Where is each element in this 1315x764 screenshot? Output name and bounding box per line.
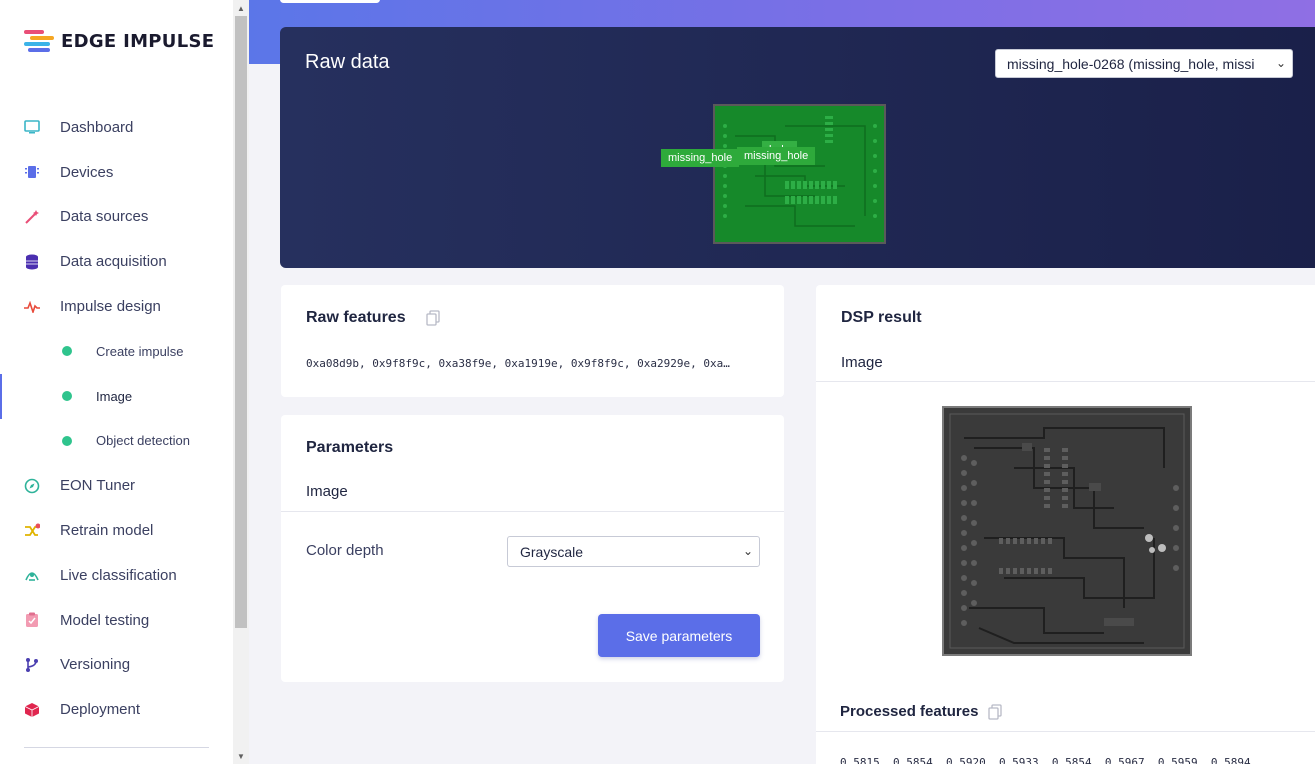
- processed-features-values: 0.5815, 0.5854, 0.5920, 0.5933, 0.5854, …: [840, 756, 1251, 764]
- scroll-up-arrow-icon[interactable]: ▲: [233, 0, 249, 16]
- sidebar-item-dashboard[interactable]: Dashboard: [0, 105, 233, 150]
- box-icon: [24, 702, 40, 718]
- sidebar-item-image[interactable]: Image: [0, 373, 233, 419]
- divider: [816, 381, 1315, 382]
- bounding-box-label: missing_hole: [661, 149, 740, 167]
- sidebar-item-model-testing[interactable]: Model testing: [0, 598, 233, 643]
- sidebar-item-eon-tuner[interactable]: EON Tuner: [0, 463, 233, 508]
- sidebar-divider: [24, 747, 209, 748]
- grayscale-pcb-image-icon: [944, 408, 1190, 654]
- parameters-card: Parameters Image Color depth Grayscale ⌄…: [281, 415, 784, 682]
- sidebar: EDGE IMPULSE Dashboard Devices Data sour…: [0, 0, 233, 764]
- raw-data-title: Raw data: [305, 51, 390, 73]
- sidebar-item-label: Impulse design: [60, 298, 161, 316]
- sidebar-item-create-impulse[interactable]: Create impulse: [0, 329, 233, 374]
- sidebar-item-live-classification[interactable]: Live classification: [0, 553, 233, 598]
- edge-impulse-logo-icon: [24, 30, 54, 52]
- scroll-down-arrow-icon[interactable]: ▼: [233, 748, 249, 764]
- raw-features-card: Raw features 0xa08d9b, 0x9f8f9c, 0xa38f9…: [281, 285, 784, 397]
- dsp-result-title: DSP result: [841, 309, 922, 326]
- processed-image: [942, 406, 1192, 656]
- sidebar-item-label: Model testing: [60, 611, 150, 629]
- sidebar-item-label: Versioning: [60, 656, 131, 674]
- sidebar-item-label: Devices: [60, 163, 114, 181]
- sidebar-item-object-detection[interactable]: Object detection: [0, 419, 233, 464]
- sidebar-item-label: Retrain model: [60, 522, 154, 540]
- clipboard-icon: [24, 612, 40, 628]
- dsp-result-card: DSP result Image Processed features 0.58…: [816, 285, 1315, 764]
- pulse-icon: [24, 299, 40, 315]
- dot-icon: [62, 435, 72, 446]
- color-depth-label: Color depth: [306, 542, 384, 559]
- raw-features-title: Raw features: [306, 309, 406, 326]
- chevron-down-icon: ⌄: [1272, 56, 1286, 70]
- sidebar-item-retrain-model[interactable]: Retrain model: [0, 508, 233, 553]
- branch-icon: [24, 657, 40, 673]
- chevron-down-icon: ⌄: [742, 544, 753, 558]
- parameters-section-label: Image: [306, 483, 348, 500]
- brand-name: EDGE IMPULSE: [61, 30, 215, 52]
- sample-select[interactable]: missing_hole-0268 (missing_hole, missi ⌄: [995, 49, 1293, 78]
- sidebar-item-data-sources[interactable]: Data sources: [0, 195, 233, 240]
- chip-icon: [24, 164, 40, 180]
- sidebar-scrollbar[interactable]: ▲ ▼: [233, 0, 249, 764]
- sidebar-item-label: Data sources: [60, 208, 149, 226]
- sidebar-item-label: Deployment: [60, 701, 141, 719]
- parameters-title: Parameters: [306, 439, 394, 456]
- sidebar-item-devices[interactable]: Devices: [0, 150, 233, 195]
- sidebar-nav: Dashboard Devices Data sources Data acqu…: [0, 105, 233, 732]
- signal-icon: [24, 567, 40, 583]
- sidebar-item-label: Data acquisition: [60, 253, 167, 271]
- active-indicator: [0, 373, 2, 419]
- wand-icon: [24, 209, 40, 225]
- raw-data-panel: Raw data missing_hole-0268 (missing_hole…: [280, 27, 1315, 268]
- divider: [816, 731, 1315, 732]
- sidebar-item-label: EON Tuner: [60, 477, 136, 495]
- color-depth-select[interactable]: Grayscale ⌄: [507, 536, 760, 567]
- sidebar-item-label: Dashboard: [60, 118, 134, 136]
- processed-features-title: Processed features: [840, 703, 979, 720]
- database-icon: [24, 254, 40, 270]
- copy-icon[interactable]: [426, 310, 440, 326]
- dsp-section-label: Image: [841, 354, 883, 371]
- sidebar-item-label: Live classification: [60, 566, 177, 584]
- sidebar-item-label: Create impulse: [96, 343, 184, 359]
- scrollbar-thumb[interactable]: [235, 16, 247, 628]
- divider: [281, 511, 784, 512]
- bounding-box-label: missing_hole: [737, 147, 816, 165]
- raw-features-values: 0xa08d9b, 0x9f8f9c, 0xa38f9e, 0xa1919e, …: [306, 357, 730, 370]
- shuffle-icon: [24, 523, 40, 539]
- monitor-icon: [24, 119, 40, 135]
- sidebar-item-data-acquisition[interactable]: Data acquisition: [0, 239, 233, 284]
- header-button[interactable]: [280, 0, 380, 3]
- sidebar-item-label: Object detection: [96, 433, 190, 449]
- save-parameters-button[interactable]: Save parameters: [598, 614, 760, 657]
- dot-icon: [62, 391, 72, 402]
- raw-sample-image: [713, 104, 886, 244]
- dot-icon: [62, 346, 72, 357]
- sample-select-value: missing_hole-0268 (missing_hole, missi: [1007, 55, 1255, 72]
- sidebar-item-label: Image: [96, 388, 133, 404]
- color-depth-value: Grayscale: [520, 543, 584, 560]
- sidebar-item-deployment[interactable]: Deployment: [0, 687, 233, 732]
- compass-icon: [24, 478, 40, 494]
- sidebar-item-versioning[interactable]: Versioning: [0, 643, 233, 688]
- sidebar-item-impulse-design[interactable]: Impulse design: [0, 284, 233, 329]
- copy-icon[interactable]: [988, 704, 1002, 720]
- pcb-image-icon: [715, 106, 884, 242]
- brand-logo[interactable]: EDGE IMPULSE: [24, 30, 214, 52]
